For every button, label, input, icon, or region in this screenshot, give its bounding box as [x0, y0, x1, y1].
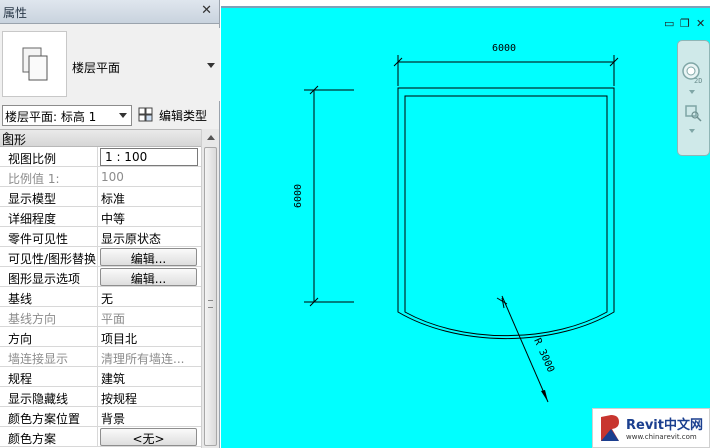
drawing-area[interactable]: ▭ ❐ ✕ 6000 6000 R 3000 2D Revit中文网 www.c… [221, 0, 710, 448]
property-name: 颜色方案 [0, 427, 98, 447]
property-name: 基线 [0, 287, 98, 307]
chevron-down-icon[interactable] [207, 63, 215, 68]
wall-outer [397, 87, 615, 340]
property-row-color-scheme: 颜色方案 <无> [0, 427, 201, 447]
property-value: 100 [101, 170, 124, 184]
wall-inner [404, 95, 608, 337]
property-row-graphic-display-options: 图形显示选项 编辑... [0, 267, 201, 287]
property-name: 比例值 1: [0, 167, 98, 187]
property-row-underlay-orientation: 基线方向 平面 [0, 307, 201, 327]
edit-type-icon [138, 107, 153, 122]
chevron-down-icon [119, 113, 127, 118]
property-value[interactable]: 背景 [99, 407, 201, 427]
property-row-parts-visibility: 零件可见性 显示原状态 [0, 227, 201, 247]
property-value[interactable]: 建筑 [99, 367, 201, 387]
watermark-brand: Revit中文网 [626, 418, 703, 433]
properties-grid: 图形 ⌃ 视图比例 1 : 100 比例值 1: 100 显示模型 标准 详细程… [0, 129, 201, 448]
zoom-icon[interactable] [683, 103, 703, 123]
graphic-display-edit-button[interactable]: 编辑... [100, 268, 197, 286]
view-scale-input[interactable]: 1 : 100 [100, 148, 198, 166]
property-value[interactable]: 中等 [99, 207, 201, 227]
property-value[interactable]: 无 [99, 287, 201, 307]
grip-icon [208, 300, 213, 308]
property-value[interactable]: 项目北 [99, 327, 201, 347]
type-name: 楼层平面 [72, 61, 121, 75]
steering-wheel-icon[interactable]: 2D [681, 61, 705, 85]
instance-filter-dropdown[interactable]: 楼层平面: 标高 1 [2, 105, 132, 126]
dimension-radius-label: R 3000 [531, 337, 556, 374]
property-name: 详细程度 [0, 207, 98, 227]
property-name: 墙连接显示 [0, 347, 98, 367]
vg-overrides-edit-button[interactable]: 编辑... [100, 248, 197, 266]
type-selector[interactable]: 楼层平面 [0, 28, 220, 101]
property-name: 基线方向 [0, 307, 98, 327]
property-row-scale-value: 比例值 1: 100 [0, 167, 201, 187]
property-row-underlay: 基线 无 [0, 287, 201, 307]
dimension-width-label: 6000 [492, 43, 516, 54]
property-row-wall-join-display: 墙连接显示 清理所有墙连... [0, 347, 201, 367]
property-name: 零件可见性 [0, 227, 98, 247]
svg-text:2D: 2D [694, 77, 702, 85]
property-name: 视图比例 [0, 147, 98, 167]
property-name: 显示模型 [0, 187, 98, 207]
dimension-height [304, 85, 354, 307]
property-row-view-scale: 视图比例 1 : 100 [0, 147, 201, 167]
chevron-down-icon[interactable] [689, 129, 695, 133]
property-name: 图形显示选项 [0, 267, 98, 287]
properties-title: 属性 [3, 6, 28, 20]
edit-type-label: 编辑类型 [159, 109, 208, 123]
floor-plan-drawing: 6000 6000 R 3000 [293, 43, 619, 403]
property-row-vg-overrides: 可见性/图形替换 编辑... [0, 247, 201, 267]
property-value[interactable]: 标准 [99, 187, 201, 207]
property-value[interactable]: 显示原状态 [99, 227, 201, 247]
color-scheme-button[interactable]: <无> [100, 428, 197, 446]
chevron-down-icon[interactable] [689, 90, 695, 94]
properties-palette: 属性 ✕ 楼层平面 楼层平面: 标高 1 编辑类型 图形 ⌃ 视图比例 1: … [0, 0, 220, 448]
filter-row: 楼层平面: 标高 1 编辑类型 [0, 104, 220, 128]
watermark-url: www.chinarevit.com [626, 433, 697, 441]
navigation-bar: 2D [677, 40, 710, 156]
properties-title-bar: 属性 ✕ [0, 0, 219, 24]
property-row-color-scheme-location: 颜色方案位置 背景 [0, 407, 201, 427]
dimension-height-label: 6000 [293, 184, 304, 208]
section-header-graphics[interactable]: 图形 ⌃ [0, 130, 201, 147]
property-row-detail-level: 详细程度 中等 [0, 207, 201, 227]
property-name: 颜色方案位置 [0, 407, 98, 427]
dimension-width [393, 55, 619, 86]
property-value: 平面 [101, 312, 126, 326]
property-row-orientation: 方向 项目北 [0, 327, 201, 347]
properties-scrollbar[interactable] [201, 129, 219, 448]
scroll-up-icon[interactable] [207, 135, 215, 140]
close-icon[interactable]: ✕ [201, 3, 212, 18]
watermark-logo: Revit中文网 www.chinarevit.com [592, 408, 710, 448]
property-name: 方向 [0, 327, 98, 347]
property-row-show-hidden-lines: 显示隐藏线 按规程 [0, 387, 201, 407]
property-name: 显示隐藏线 [0, 387, 98, 407]
edit-type-button[interactable]: 编辑类型 [138, 105, 218, 126]
revit-logo-icon [601, 415, 619, 441]
scrollbar-thumb[interactable] [204, 147, 217, 446]
property-value[interactable]: 按规程 [99, 387, 201, 407]
instance-filter-value: 楼层平面: 标高 1 [5, 110, 97, 124]
property-row-discipline: 规程 建筑 [0, 367, 201, 387]
property-name: 可见性/图形替换 [0, 247, 98, 267]
property-value: 清理所有墙连... [101, 352, 185, 366]
collapse-icon[interactable]: ⌃ [2, 130, 193, 143]
property-name: 规程 [0, 367, 98, 387]
property-row-display-model: 显示模型 标准 [0, 187, 201, 207]
floor-plan-type-icon [2, 31, 67, 97]
